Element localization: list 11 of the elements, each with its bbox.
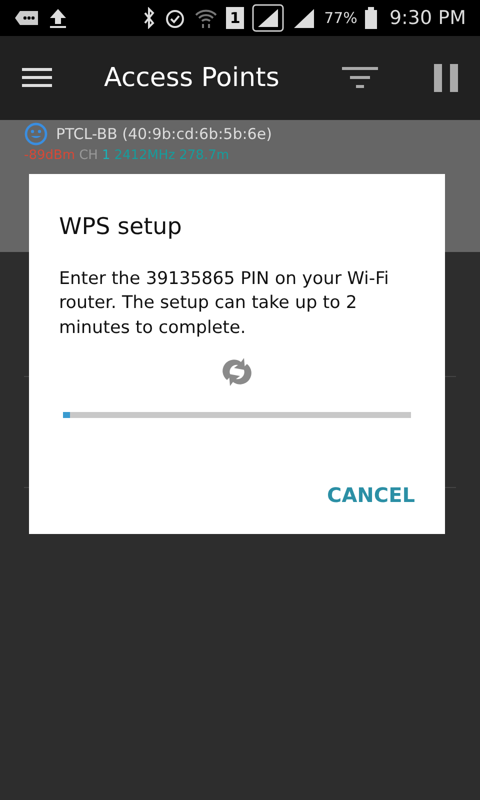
battery-percent: 77% [324,8,358,29]
sim-indicator: 1 [226,7,244,29]
dialog-message: Enter the 39135865 PIN on your Wi-Fi router. The setup can take up to 2 minutes to complete. [59,268,390,340]
channel-number: 1 [102,147,110,165]
clock: 9:30 PM [389,6,466,31]
dialog-title: WPS setup [59,213,183,242]
signal-strength: -89dBm [24,147,76,165]
frequency: 2412MHz [114,147,176,165]
distance: 278.7m [179,147,230,165]
network-name: PTCL-BB (40:9b:cd:6b:5b:6e) [56,124,272,145]
screen-title: Access Points [104,62,280,94]
